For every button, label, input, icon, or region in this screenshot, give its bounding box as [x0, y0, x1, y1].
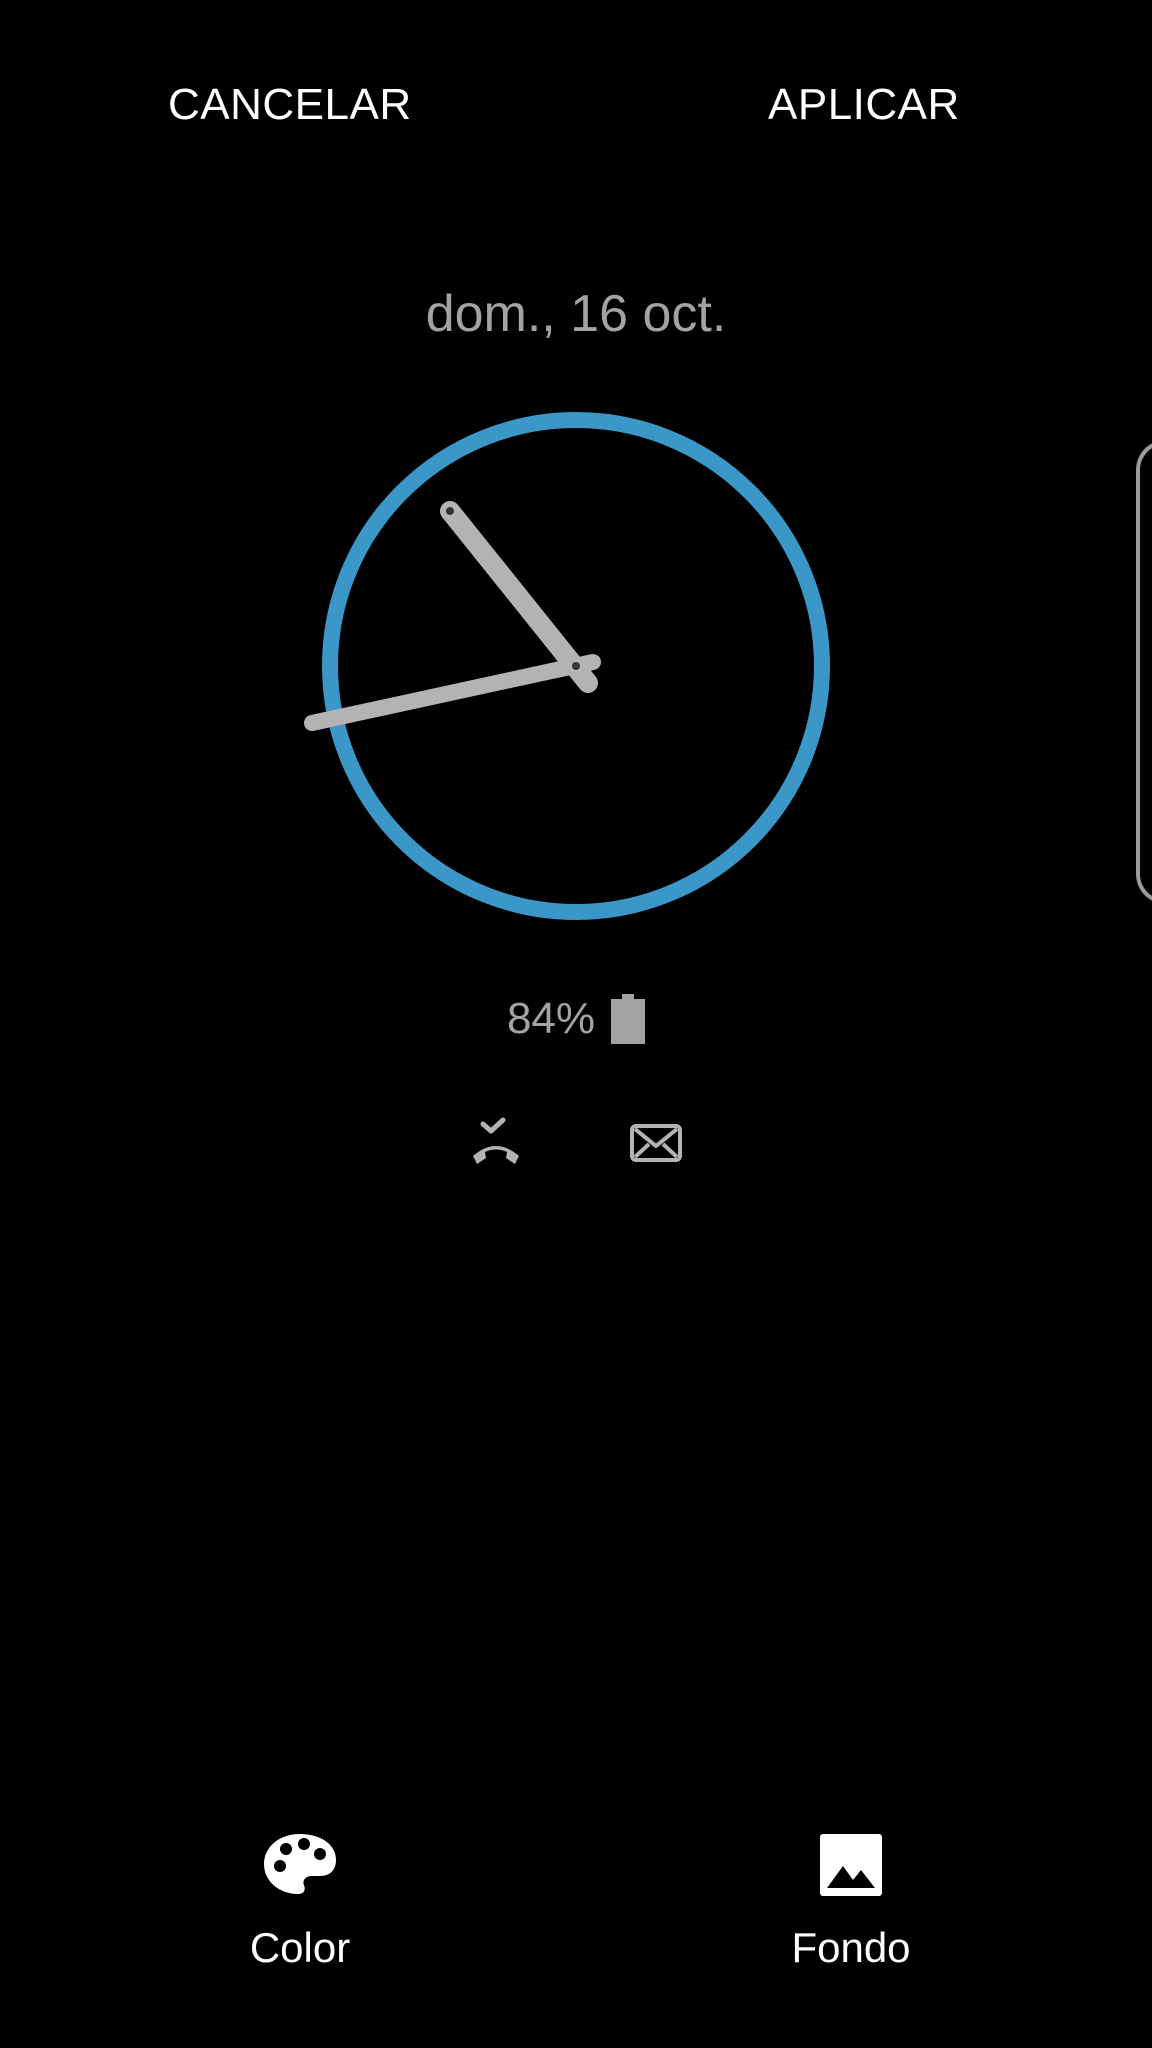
- minute-hand: [304, 654, 601, 731]
- battery-percent: 84%: [506, 994, 596, 1043]
- apply-button[interactable]: APLICAR: [768, 70, 960, 140]
- mail-icon: [630, 1124, 682, 1162]
- hour-hand: [440, 501, 598, 693]
- cancel-button[interactable]: CANCELAR: [168, 70, 412, 140]
- color-label: Color: [249, 1924, 351, 1971]
- clock-center-dot: [572, 662, 580, 670]
- edge-panel-handle[interactable]: [1136, 440, 1152, 904]
- color-button[interactable]: Color: [200, 1830, 400, 1972]
- missed-call-icon: [473, 1117, 519, 1164]
- wallpaper-button[interactable]: Fondo: [751, 1830, 951, 1972]
- palette-icon: [264, 1834, 336, 1894]
- image-icon: [820, 1834, 882, 1896]
- hour-hand-dot: [446, 507, 454, 515]
- date-text: dom., 16 oct.: [425, 285, 727, 343]
- battery-icon: [611, 994, 646, 1044]
- battery-status: 84%: [0, 984, 1152, 1054]
- analog-clock: [304, 412, 830, 920]
- wallpaper-label: Fondo: [791, 1924, 911, 1971]
